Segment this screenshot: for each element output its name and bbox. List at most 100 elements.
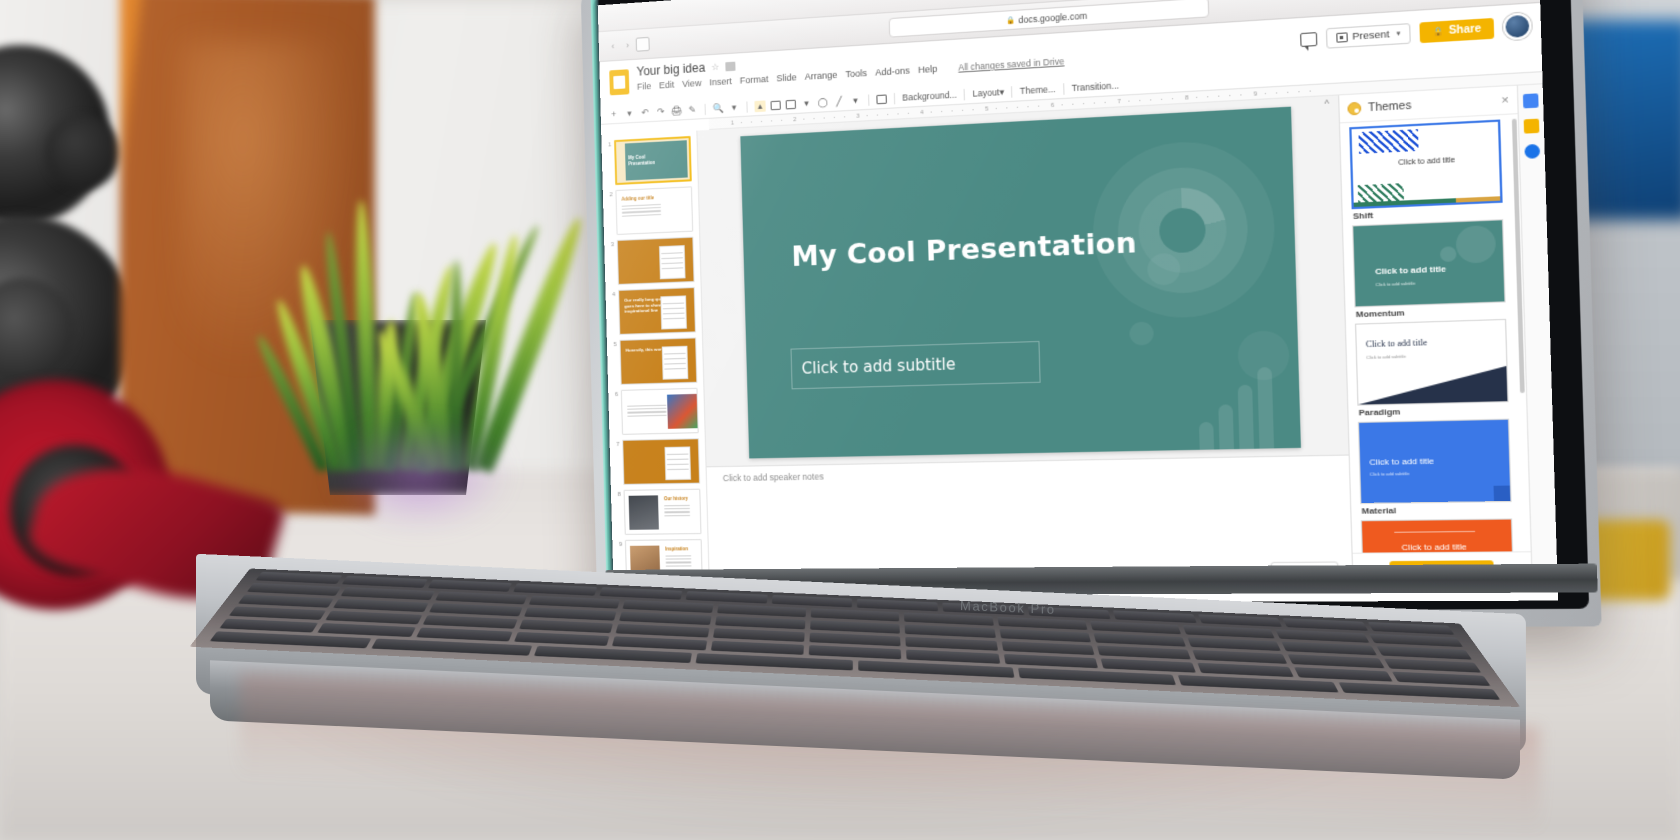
theme-button[interactable]: Theme... [1020,84,1056,96]
ruler-dot [1027,106,1029,108]
line-caret-icon[interactable]: ▾ [850,94,862,106]
redo-icon[interactable]: ↷ [655,106,666,118]
theme-preview[interactable]: Click to add titleClick to add subtitle [1354,318,1509,406]
theme-preview-title: Click to add title [1401,541,1467,553]
menu-slide[interactable]: Slide [776,72,796,83]
slide-number: 9 [618,541,623,548]
keyboard-key [528,595,621,609]
themes-list[interactable]: Click to add title Shift Click to add titl… [1340,114,1531,553]
menu-arrange[interactable]: Arrange [805,70,838,82]
forward-arrow-icon[interactable]: › [621,37,634,53]
thumbnail-lines [621,203,661,219]
ruler-dot [1072,103,1074,105]
background-button[interactable]: Background... [902,89,957,102]
slide-title[interactable]: My Cool Presentation [791,227,1137,275]
theme-item[interactable]: Click to add title Click to add subtitle M… [1357,418,1520,516]
avatar[interactable] [1502,12,1532,41]
slide-thumbnail-item[interactable]: 8 Our history [614,488,705,535]
active-slide[interactable]: My Cool Presentation Click to add subtit… [739,106,1301,459]
print-icon[interactable]: 🖨 [671,105,683,117]
share-button[interactable]: 🔒 Share [1419,17,1495,43]
select-icon[interactable]: ▴ [754,99,766,112]
slide-thumbnail-item[interactable]: 7 [612,438,703,485]
keyboard-key [712,628,805,642]
tasks-icon[interactable] [1524,143,1541,159]
theme-item[interactable]: Click to add title Shift [1349,119,1511,221]
ruler-dot [771,120,773,122]
zoom-caret-icon[interactable]: ▾ [728,101,739,113]
toolbar-divider [893,92,896,104]
slide-thumbnail[interactable]: Honestly, this works [619,337,698,385]
theme-preview-title: Click to add title [1369,456,1435,468]
theme-preview[interactable]: Click to add titleClick to add subtitle [1352,219,1506,308]
calendar-icon[interactable] [1522,93,1539,109]
folder-icon[interactable] [725,61,736,71]
image-icon[interactable] [785,99,796,109]
transition-button[interactable]: Transition... [1071,80,1119,93]
theme-item[interactable]: Click to add titleClick to add subtitle [1360,518,1523,553]
thumbnail-lines [627,404,667,419]
slide-thumbnail-item[interactable]: 4 Our really long quote goes here to show… [608,287,699,335]
layout-button[interactable]: Layout▾ [972,86,1004,99]
ruler-dot [887,113,889,116]
add-slide-caret-icon[interactable]: ▾ [624,107,635,119]
present-button[interactable]: Present ▾ [1325,22,1412,49]
save-status[interactable]: All changes saved in Drive [958,56,1064,73]
chevron-down-icon: ▾ [1396,30,1401,39]
keyboard-key [1100,658,1197,673]
document-title[interactable]: Your big idea [636,60,705,78]
slide-thumbnail[interactable]: Adding our title [615,186,694,235]
theme-preview[interactable]: Click to add titleClick to add subtitle [1357,418,1512,505]
keyboard-key [906,649,1000,664]
close-icon[interactable]: × [1501,93,1509,107]
slide-thumbnail-item[interactable]: 2 Adding our title [606,186,696,235]
slide-filmstrip[interactable]: 1 My Cool Presentation 2 Adding our title 3 4 O… [601,130,711,596]
toolbar-divider [1011,85,1013,98]
comment-icon[interactable] [1300,31,1318,47]
slide-thumbnail[interactable]: Our history [623,488,702,535]
image-caret-icon[interactable]: ▾ [801,97,812,109]
star-icon[interactable]: ☆ [711,61,719,73]
back-arrow-icon[interactable]: ‹ [606,38,619,54]
keep-icon[interactable] [1523,118,1540,134]
textbox-icon[interactable] [770,100,781,110]
menu-tools[interactable]: Tools [845,68,867,80]
menu-help[interactable]: Help [918,64,938,75]
line-icon[interactable]: ╱ [833,95,845,107]
theme-item[interactable]: Click to add title Click to add subtitle M… [1352,219,1514,320]
slide-thumbnail[interactable]: Our really long quote goes here to show … [618,287,696,335]
ruler-dot [740,122,742,124]
comment-box-icon[interactable] [876,93,887,104]
menu-view[interactable]: View [682,78,701,89]
menu-edit[interactable]: Edit [659,80,675,91]
keyboard-key [612,636,707,651]
slide-thumbnail[interactable] [620,387,699,435]
paint-format-icon[interactable]: ✎ [687,104,698,116]
theme-item[interactable]: Click to add title Click to add subtitle P… [1354,318,1517,418]
collapse-caret-icon[interactable]: ^ [1324,98,1329,109]
menu-format[interactable]: Format [740,74,769,86]
slide-thumbnail-item[interactable]: 5 Honestly, this works [610,337,701,385]
slide-thumbnail-item[interactable]: 6 [611,387,702,435]
menu-file[interactable]: File [637,81,651,92]
slide-thumbnail-item[interactable]: 3 [607,236,697,286]
decorative-bar-chart [1197,367,1274,450]
sidebar-toggle-icon[interactable] [635,36,650,52]
theme-preview[interactable]: Click to add titleClick to add subtitle [1360,518,1515,553]
ruler-dot [941,110,943,113]
shape-icon[interactable]: ◯ [817,96,829,108]
undo-icon[interactable]: ↶ [640,107,651,119]
slide-subtitle-placeholder[interactable]: Click to add subtitle [789,340,1041,390]
slide-thumbnail[interactable]: My Cool Presentation [614,135,692,186]
ruler-dot [1104,101,1106,104]
slide-thumbnail-item[interactable]: 1 My Cool Presentation [604,135,694,186]
add-slide-icon[interactable]: + [608,108,619,120]
menu-insert[interactable]: Insert [709,76,732,87]
menu-addons[interactable]: Add-ons [875,65,910,77]
thumbnail-image [667,393,698,429]
slide-thumbnail[interactable] [622,438,701,485]
url-text: docs.google.com [1018,9,1088,25]
theme-preview[interactable]: Click to add title [1349,119,1503,210]
slide-thumbnail[interactable] [616,236,695,285]
zoom-icon[interactable]: 🔍 [712,102,723,114]
